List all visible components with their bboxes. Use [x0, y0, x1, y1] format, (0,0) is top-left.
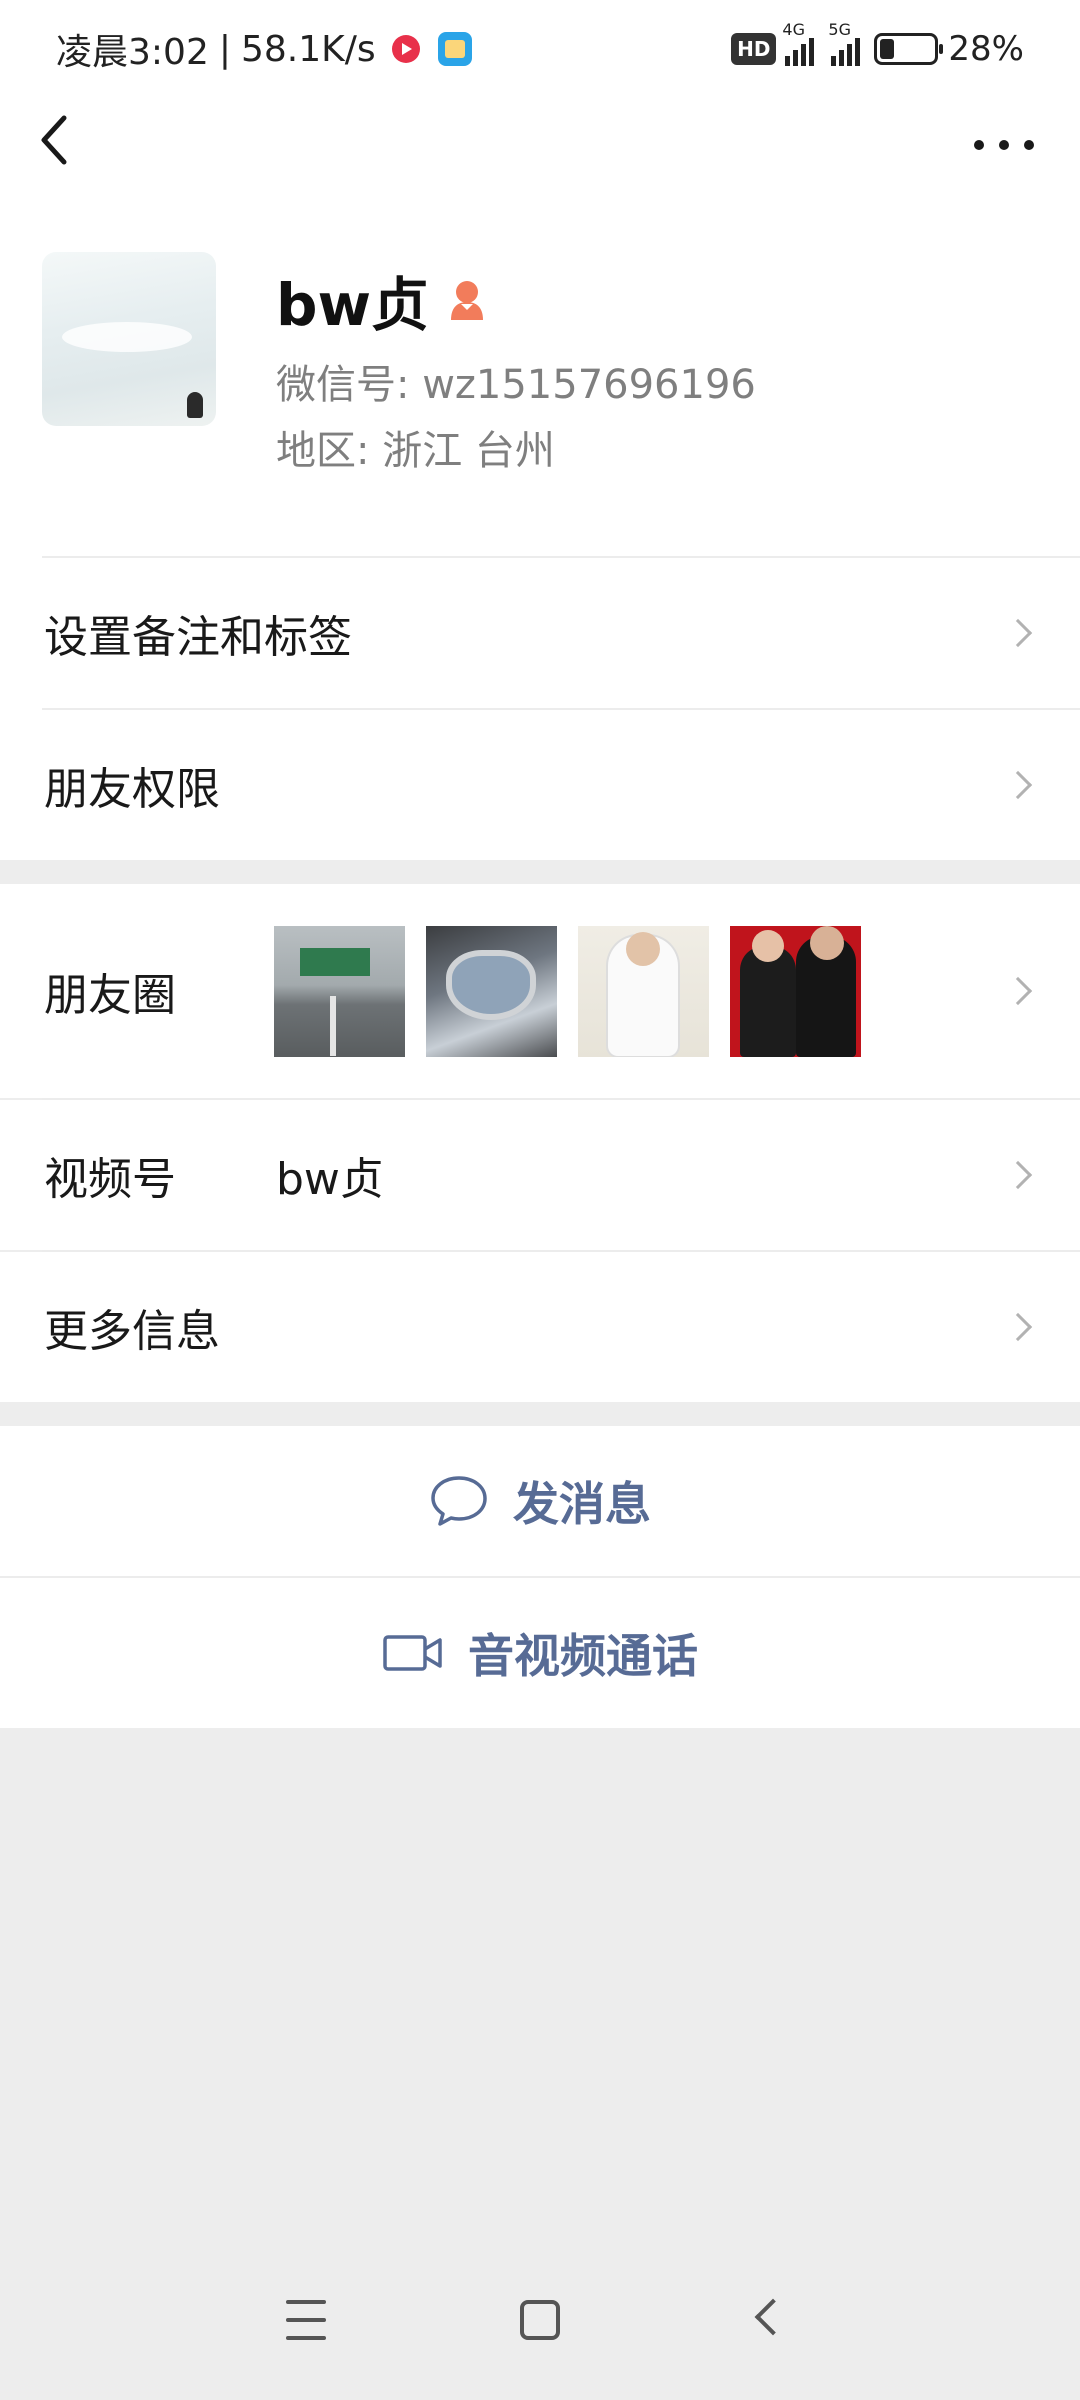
video-call-label: 音视频通话 [468, 1629, 698, 1683]
moments-photo-child [578, 926, 709, 1057]
video-camera-icon [383, 1635, 442, 1671]
moments-row[interactable]: 朋友圈 [0, 884, 1080, 1098]
more-info-label: 更多信息 [44, 1306, 220, 1357]
status-right: HD 4G 5G 28% [731, 20, 1024, 74]
gallery-app-notification-icon [437, 32, 472, 66]
moments-photo-highway [274, 926, 405, 1057]
more-info-row[interactable]: 更多信息 [0, 1252, 1080, 1402]
female-icon [451, 281, 484, 320]
avatar[interactable] [42, 252, 216, 426]
battery-icon [874, 33, 944, 65]
video-app-notification-icon [391, 35, 420, 63]
network-5g-label: 5G [828, 20, 851, 39]
status-separator: | [218, 28, 231, 70]
nickname-row: bw贞 [276, 258, 487, 342]
status-bar: 凌晨3:02 | 58.1K/s HD 4G 5G 28% [0, 0, 1080, 96]
chevron-right-icon [1003, 618, 1033, 648]
contact-profile-screen: 凌晨3:02 | 58.1K/s HD 4G 5G 28% bw贞 微信号: w… [0, 0, 1080, 2400]
nickname: bw贞 [276, 271, 430, 339]
wechat-id: 微信号: wz15157696196 [276, 362, 756, 408]
set-remark-row[interactable]: 设置备注和标签 [0, 558, 1080, 708]
signal-5g-icon: 5G [828, 20, 861, 66]
moments-photo-portrait [730, 926, 861, 1057]
send-message-label: 发消息 [513, 1477, 651, 1531]
status-time: 凌晨3:02 [56, 32, 209, 73]
signal-4g-icon: 4G [782, 20, 815, 66]
status-left: 凌晨3:02 | 58.1K/s [56, 24, 472, 74]
network-4g-label: 4G [782, 20, 805, 39]
friend-permissions-label: 朋友权限 [44, 764, 220, 815]
channels-value: bw贞 [276, 1154, 384, 1205]
channels-label: 视频号 [44, 1154, 176, 1205]
chevron-left-icon[interactable] [34, 110, 74, 170]
chevron-right-icon [1003, 976, 1033, 1006]
moments-label: 朋友圈 [44, 970, 176, 1021]
chevron-right-icon [1003, 770, 1033, 800]
recent-apps-icon[interactable] [286, 2300, 326, 2340]
moments-photo-mirror [426, 926, 557, 1057]
avatar-wave [62, 322, 192, 352]
chat-bubble-icon [431, 1476, 487, 1526]
set-remark-label: 设置备注和标签 [44, 612, 352, 663]
more-dots-icon[interactable] [974, 130, 1034, 160]
battery-level: 28% [948, 29, 1024, 69]
send-message-button[interactable]: 发消息 [0, 1426, 1080, 1576]
chevron-right-icon [1003, 1160, 1033, 1190]
video-call-button[interactable]: 音视频通话 [0, 1578, 1080, 1728]
system-navigation-bar [0, 2270, 1080, 2400]
system-back-icon[interactable] [754, 2298, 792, 2336]
region: 地区: 浙江 台州 [276, 428, 555, 474]
chevron-right-icon [1003, 1312, 1033, 1342]
hd-voice-badge: HD [731, 33, 777, 65]
friend-permissions-row[interactable]: 朋友权限 [0, 710, 1080, 860]
avatar-figure [187, 392, 203, 418]
moments-thumbnails [274, 926, 861, 1057]
network-speed: 58.1K/s [240, 28, 376, 70]
home-icon[interactable] [520, 2300, 560, 2340]
channels-row[interactable]: 视频号 bw贞 [0, 1100, 1080, 1250]
